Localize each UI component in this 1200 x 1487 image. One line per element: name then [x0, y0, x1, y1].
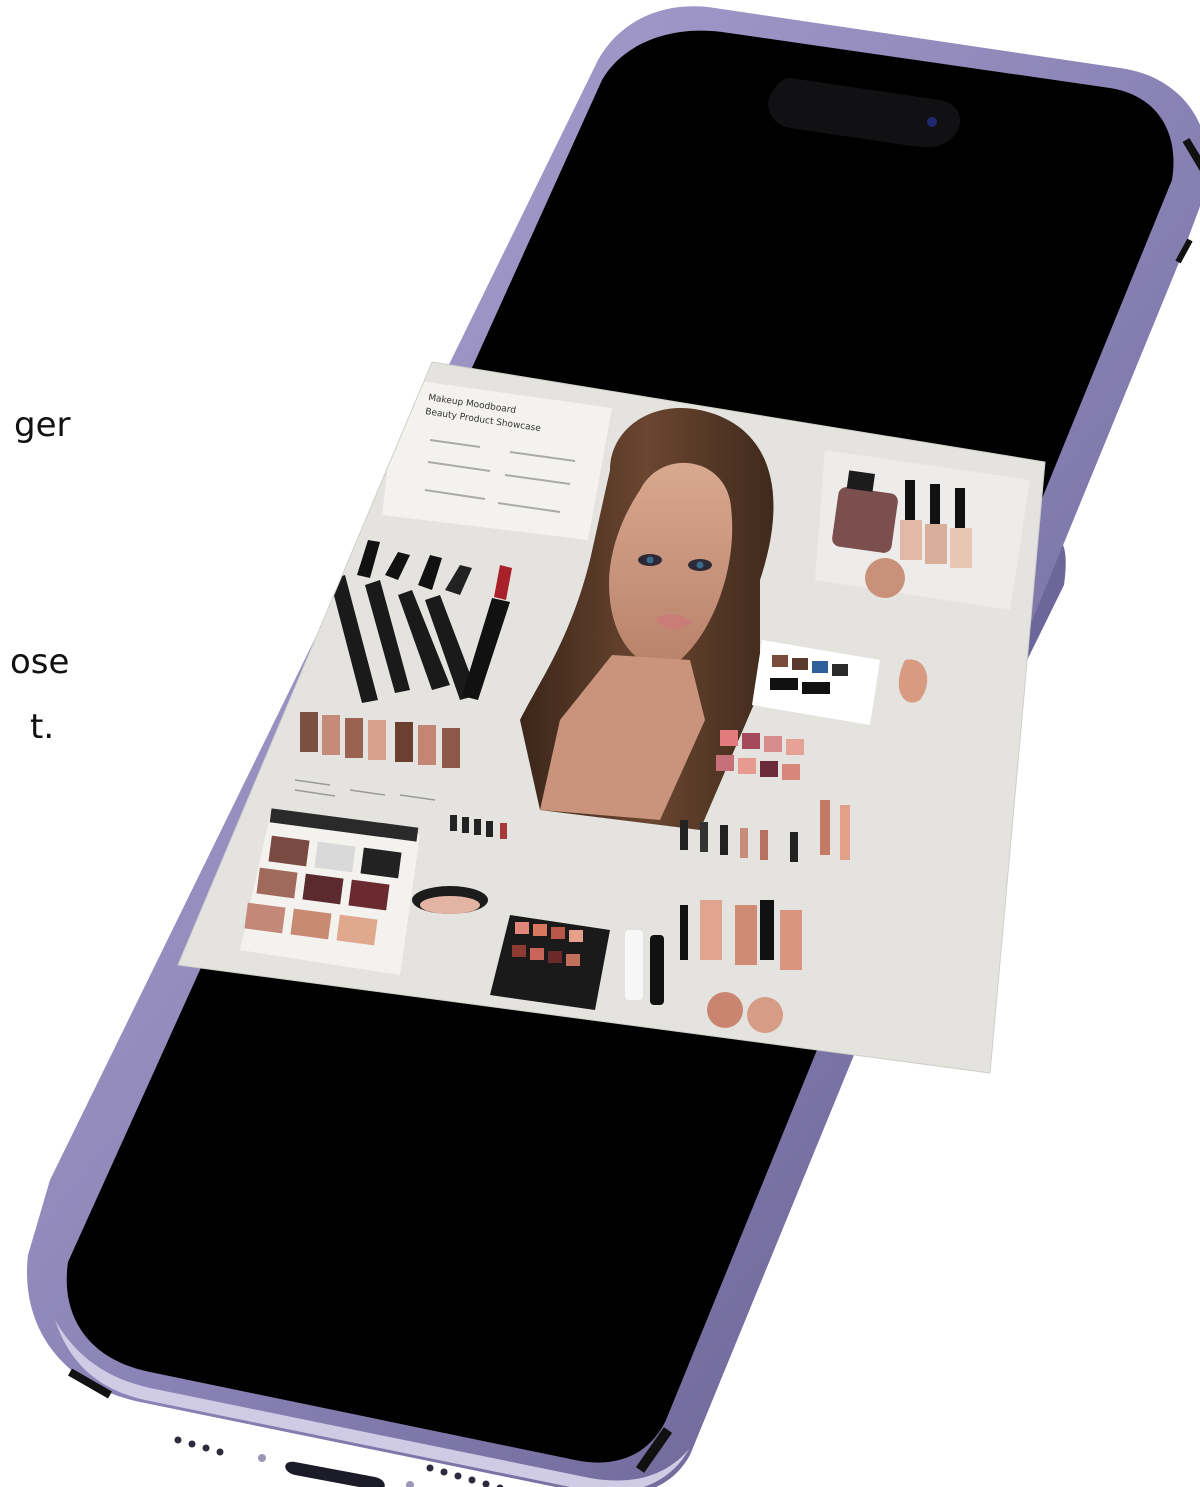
serum-bottle: [832, 487, 898, 553]
phone-mockup: Makeup Moodboard Beauty Product Showcase: [27, 6, 1200, 1487]
speaker-grille-left: [174, 1436, 224, 1456]
screw-left: [258, 1454, 266, 1462]
nail-bottles: [900, 480, 972, 568]
front-camera-icon: [927, 117, 937, 127]
page: ger ose t. Makeup Moodboard Beauty Produ…: [0, 0, 1200, 1487]
screw-right: [406, 1481, 414, 1487]
powder-jar: [865, 558, 905, 598]
usb-c-port-icon: [285, 1461, 385, 1487]
